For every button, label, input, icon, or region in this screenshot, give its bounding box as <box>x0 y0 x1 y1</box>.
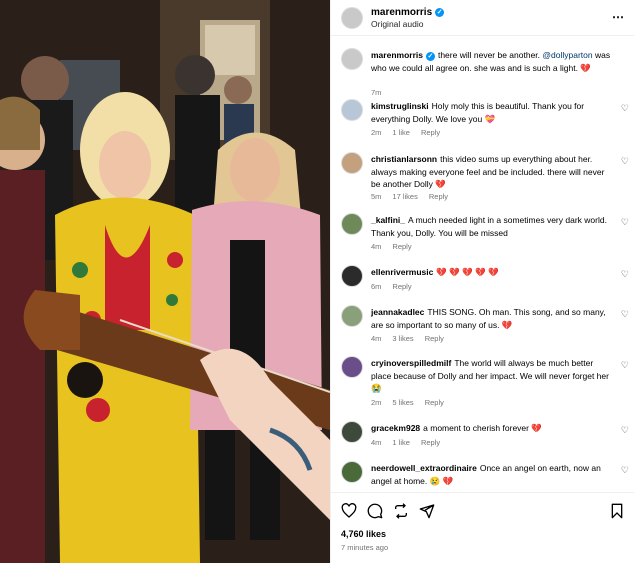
broken-heart-emoji: 💔 <box>580 62 591 73</box>
post-header: marenmorris ✓ Original audio ⋯ <box>331 0 634 36</box>
commenter-username[interactable]: gracekm928 <box>371 423 420 433</box>
comment-emoji: 😢 💔 <box>429 475 454 486</box>
commenter-avatar[interactable] <box>341 265 363 287</box>
comment-reply[interactable]: Reply <box>425 398 444 407</box>
like-comment-heart-icon[interactable]: ♡ <box>621 103 629 114</box>
post-detail-panel: marenmorris ✓ Original audio ⋯ marenmorr… <box>330 0 634 563</box>
comment-emoji: 💔 <box>531 423 542 433</box>
comments-list[interactable]: marenmorris ✓ there will never be another.… <box>331 36 634 492</box>
comment-text: a moment to cherish forever <box>423 423 529 433</box>
audio-label[interactable]: Original audio <box>371 19 423 29</box>
caption-mention[interactable]: @dollyparton <box>542 50 592 60</box>
like-comment-heart-icon[interactable]: ♡ <box>621 360 629 371</box>
heart-icon[interactable] <box>341 503 357 519</box>
comment-reply[interactable]: Reply <box>392 242 411 251</box>
post-video[interactable] <box>0 0 330 563</box>
caption-time[interactable]: 7m <box>371 88 381 97</box>
verified-badge-icon: ✓ <box>425 52 435 61</box>
post-actions-bar: 4,760 likes 7 minutes ago <box>331 492 634 563</box>
commenter-avatar[interactable] <box>341 213 363 235</box>
comment-likes[interactable]: 1 like <box>392 438 410 447</box>
commenter-username[interactable]: jeannakadlec <box>371 307 424 317</box>
comment-text: A much needed light in a sometimes very … <box>371 215 607 238</box>
likes-count[interactable]: 4,760 likes <box>341 529 386 539</box>
comment-time[interactable]: 6m <box>371 282 381 291</box>
video-frame-illustration <box>0 0 330 563</box>
comment-emoji: 💔 <box>501 319 513 330</box>
commenter-username[interactable]: neerdowell_extraordinaire <box>371 463 477 473</box>
bookmark-icon[interactable] <box>609 503 625 519</box>
more-dots-icon[interactable]: ⋯ <box>612 10 625 24</box>
commenter-username[interactable]: ellenrivermusic <box>371 267 433 277</box>
comment-likes[interactable]: 5 likes <box>392 398 413 407</box>
comment-time[interactable]: 2m <box>371 398 381 407</box>
commenter-username[interactable]: _kalfini_ <box>371 215 405 225</box>
comment-reply[interactable]: Reply <box>425 334 444 343</box>
verified-badge-icon: ✓ <box>435 8 445 17</box>
share-icon[interactable] <box>393 503 409 519</box>
author-avatar[interactable] <box>341 48 363 70</box>
caption-username[interactable]: marenmorris <box>371 50 423 60</box>
commenter-avatar[interactable] <box>341 356 363 378</box>
comment-emoji: 💝 <box>484 113 496 124</box>
commenter-avatar[interactable] <box>341 461 363 483</box>
commenter-username[interactable]: christianlarsonn <box>371 154 437 164</box>
like-comment-heart-icon[interactable]: ♡ <box>621 269 629 280</box>
comment-icon[interactable] <box>367 503 383 519</box>
commenter-avatar[interactable] <box>341 152 363 174</box>
commenter-username[interactable]: cryinoverspilledmilf <box>371 358 451 368</box>
comment-emoji: 💔 💔 💔 💔 💔 <box>436 267 499 277</box>
author-avatar[interactable] <box>341 7 363 29</box>
comment-time[interactable]: 4m <box>371 242 381 251</box>
like-comment-heart-icon[interactable]: ♡ <box>621 465 629 476</box>
comment-time[interactable]: 5m <box>371 192 381 201</box>
comment-likes[interactable]: 1 like <box>392 128 410 137</box>
commenter-avatar[interactable] <box>341 421 363 443</box>
comment-time[interactable]: 2m <box>371 128 381 137</box>
like-comment-heart-icon[interactable]: ♡ <box>621 217 629 228</box>
commenter-username[interactable]: kimstruglinski <box>371 101 429 111</box>
comment-time[interactable]: 4m <box>371 334 381 343</box>
like-comment-heart-icon[interactable]: ♡ <box>621 425 629 436</box>
comment-reply[interactable]: Reply <box>429 192 448 201</box>
comment-likes[interactable]: 17 likes <box>392 192 417 201</box>
comment-emoji: 😭 <box>371 383 382 393</box>
commenter-avatar[interactable] <box>341 99 363 121</box>
comment-reply[interactable]: Reply <box>421 128 440 137</box>
caption-text: there will never be another. <box>437 50 541 60</box>
comment-likes[interactable]: 3 likes <box>392 334 413 343</box>
like-comment-heart-icon[interactable]: ♡ <box>621 309 629 320</box>
author-username[interactable]: marenmorris <box>371 7 432 18</box>
comment-reply[interactable]: Reply <box>392 282 411 291</box>
comment-emoji: 💔 <box>435 179 446 189</box>
comment-time[interactable]: 4m <box>371 438 381 447</box>
post-time-ago[interactable]: 7 minutes ago <box>341 543 388 552</box>
comment-reply[interactable]: Reply <box>421 438 440 447</box>
send-icon[interactable] <box>419 503 435 519</box>
commenter-avatar[interactable] <box>341 305 363 327</box>
like-comment-heart-icon[interactable]: ♡ <box>621 156 629 167</box>
